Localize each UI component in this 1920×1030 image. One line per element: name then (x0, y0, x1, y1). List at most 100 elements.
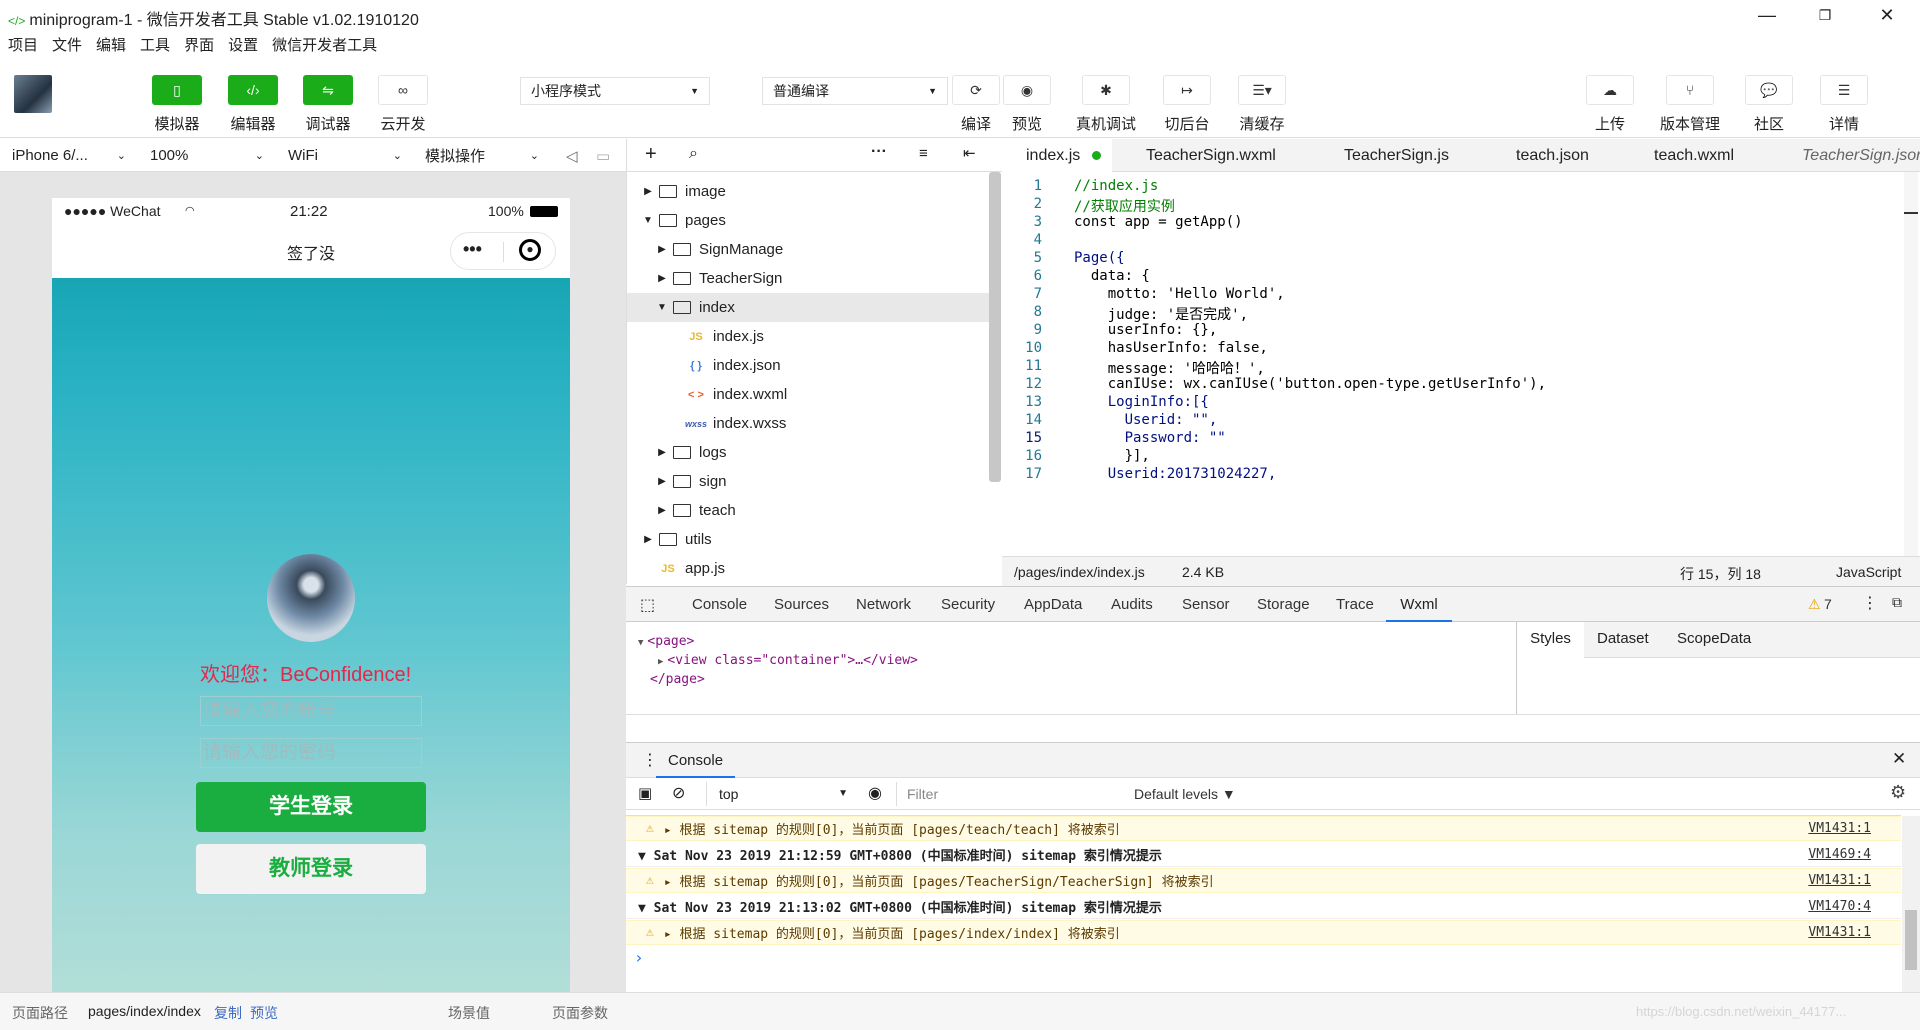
compile-mode-select[interactable]: 普通编译 ▼ (762, 77, 948, 105)
wxml-node-page[interactable]: ▼ <page> (638, 634, 694, 649)
menu-edit[interactable]: 编辑 (96, 34, 126, 55)
mute-icon[interactable]: ◁ (566, 139, 578, 172)
tree-folder-sign[interactable]: ▶ sign (627, 467, 993, 496)
tree-folder-image[interactable]: ▶ image (627, 177, 993, 206)
log-row-group[interactable]: ▼ Sat Nov 23 2019 21:12:59 GMT+0800 (中国标… (626, 842, 1901, 867)
menu-wechat-devtools[interactable]: 微信开发者工具 (272, 34, 377, 55)
editor-scrollbar[interactable] (1904, 172, 1918, 556)
network-select[interactable]: WiFi ⌄ (288, 139, 410, 172)
zoom-select[interactable]: 100% ⌄ (150, 139, 272, 172)
code-editor[interactable]: 1 //index.js 2 //获取应用实例 3 const app = ge… (1002, 172, 1920, 556)
kebab-menu-icon[interactable]: ⋮ (1862, 593, 1878, 613)
log-source-link[interactable]: VM1431:1 (1808, 873, 1871, 888)
tab-appdata[interactable]: AppData (1024, 587, 1082, 623)
tab-console[interactable]: Console (692, 587, 747, 623)
sidebar-toggle-icon[interactable]: ⇤ (963, 144, 976, 162)
scene-value-button[interactable]: 场景值 (448, 1003, 490, 1023)
tab-storage[interactable]: Storage (1257, 587, 1310, 623)
popout-icon[interactable]: ▭ (596, 139, 610, 172)
password-input[interactable]: 请输入您的密码 (200, 738, 422, 768)
tab-teach-json[interactable]: teach.json (1516, 139, 1589, 172)
tab-scopedata[interactable]: ScopeData (1677, 622, 1751, 658)
add-icon[interactable]: + (645, 143, 657, 166)
tab-styles[interactable]: Styles (1517, 622, 1584, 658)
eye-icon[interactable]: ◉ (868, 783, 882, 803)
compile-button[interactable]: ⟳ 编译 (952, 75, 1000, 134)
inspect-element-icon[interactable]: ⬚ (640, 595, 655, 615)
log-row-warning[interactable]: ⚠ ▸ 根据 sitemap 的规则[0]，当前页面 [pages/Teacher… (626, 868, 1901, 893)
ops-select[interactable]: 模拟操作 ⌄ (425, 139, 547, 172)
warning-count[interactable]: 7 (1824, 596, 1832, 612)
background-button[interactable]: ↦ 切后台 (1163, 75, 1211, 134)
upload-button[interactable]: ☁ 上传 (1586, 75, 1634, 134)
wxml-node-view[interactable]: ▶ <view class="container">…</view> (658, 653, 918, 668)
tab-security[interactable]: Security (941, 587, 995, 623)
clear-cache-button[interactable]: ☰▾ 清缓存 (1238, 75, 1286, 134)
more-dots-icon[interactable]: ••• (463, 239, 482, 260)
cursor-position[interactable]: 行 15，列 18 (1680, 564, 1761, 584)
page-params-button[interactable]: 页面参数 (552, 1003, 608, 1023)
user-avatar[interactable] (14, 75, 52, 113)
undock-icon[interactable]: ⧉ (1892, 594, 1902, 611)
minimize-button[interactable]: — (1742, 0, 1792, 30)
wxml-tag-close[interactable]: </page> (650, 672, 705, 687)
tree-folder-teachersign[interactable]: ▶ TeacherSign (627, 264, 993, 293)
cloud-button[interactable]: ∞ 云开发 (378, 75, 428, 134)
tree-folder-utils[interactable]: ▶ utils (627, 525, 993, 554)
tree-file-index-wxss[interactable]: wxss index.wxss (627, 409, 993, 438)
tab-teachersign-wxml[interactable]: TeacherSign.wxml (1146, 139, 1276, 172)
log-row-warning[interactable]: ⚠ ▸ 根据 sitemap 的规则[0]，当前页面 [pages/teach/t… (626, 816, 1901, 841)
tab-teachersign-js[interactable]: TeacherSign.js (1344, 139, 1449, 172)
tab-dataset[interactable]: Dataset (1597, 622, 1649, 658)
preview-button[interactable]: ◉ 预览 (1003, 75, 1051, 134)
remote-debug-button[interactable]: ✱ 真机调试 (1076, 75, 1136, 134)
menu-view[interactable]: 界面 (184, 34, 214, 55)
log-source-link[interactable]: VM1470:4 (1808, 899, 1871, 914)
tree-file-index-wxml[interactable]: < > index.wxml (627, 380, 993, 409)
close-button[interactable]: ✕ (1862, 0, 1912, 30)
details-button[interactable]: ☰ 详情 (1820, 75, 1868, 134)
close-circle-icon[interactable]: ● (519, 239, 541, 261)
copy-link[interactable]: 复制 (214, 1003, 242, 1023)
tab-audits[interactable]: Audits (1111, 587, 1153, 623)
tab-console-drawer[interactable]: Console (656, 743, 736, 779)
language-mode[interactable]: JavaScript (1836, 564, 1901, 580)
clear-console-icon[interactable]: ⊘ (672, 783, 685, 803)
student-login-button[interactable]: 学生登录 (196, 782, 426, 832)
preview-link[interactable]: 预览 (250, 1003, 278, 1023)
account-input[interactable]: 请输入您的账号 (200, 696, 422, 726)
more-icon[interactable]: ··· (871, 143, 887, 161)
tab-trace[interactable]: Trace (1336, 587, 1374, 623)
tree-folder-index[interactable]: ▼ index (627, 293, 993, 322)
restore-button[interactable]: ❐ (1800, 0, 1850, 30)
tab-wxml[interactable]: Wxml (1386, 587, 1452, 623)
community-button[interactable]: 💬 社区 (1745, 75, 1793, 134)
context-select[interactable]: top ▼ (706, 782, 852, 806)
tab-teach-wxml[interactable]: teach.wxml (1654, 139, 1734, 172)
menu-project[interactable]: 项目 (8, 34, 38, 55)
tree-folder-logs[interactable]: ▶ logs (627, 438, 993, 467)
tree-folder-signmanage[interactable]: ▶ SignManage (627, 235, 993, 264)
tab-index-js[interactable]: index.js (1002, 139, 1112, 172)
tab-network[interactable]: Network (856, 587, 911, 623)
log-row-group[interactable]: ▼ Sat Nov 23 2019 21:13:02 GMT+0800 (中国标… (626, 894, 1901, 919)
console-prompt[interactable]: › (634, 948, 644, 967)
tree-file-index-js[interactable]: JS index.js (627, 322, 993, 351)
sidebar-icon[interactable]: ▣ (638, 784, 652, 802)
gear-icon[interactable]: ⚙ (1890, 782, 1906, 803)
search-icon[interactable]: ⌕ (689, 145, 698, 163)
menu-tools[interactable]: 工具 (140, 34, 170, 55)
tree-folder-pages[interactable]: ▼ pages (627, 206, 993, 235)
menu-settings[interactable]: 设置 (228, 34, 258, 55)
simulator-toggle[interactable]: ▯ 模拟器 (152, 75, 202, 134)
device-select[interactable]: iPhone 6/... ⌄ (12, 139, 134, 172)
tree-scrollbar[interactable] (989, 172, 1001, 482)
tab-sensor[interactable]: Sensor (1182, 587, 1230, 623)
tab-sources[interactable]: Sources (774, 587, 829, 623)
collapse-all-icon[interactable]: ≡ (919, 145, 928, 162)
teacher-login-button[interactable]: 教师登录 (196, 844, 426, 894)
tree-file-app-js[interactable]: JS app.js (627, 554, 993, 583)
filter-input[interactable]: Filter (896, 782, 1122, 806)
tree-folder-teach[interactable]: ▶ teach (627, 496, 993, 525)
version-button[interactable]: ⑂ 版本管理 (1660, 75, 1720, 134)
